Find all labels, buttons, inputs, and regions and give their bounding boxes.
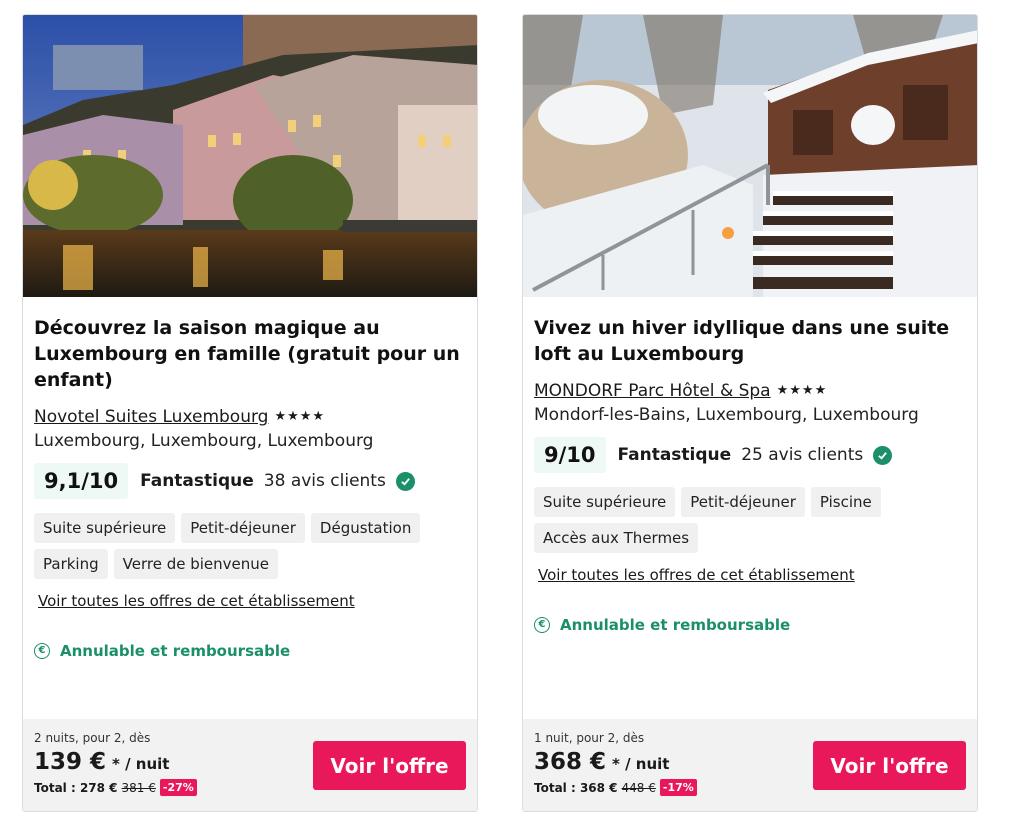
- review-count: 38 avis clients: [263, 471, 386, 491]
- review-verdict: Fantastique: [617, 445, 732, 465]
- star-rating: ★★★★: [274, 409, 326, 424]
- feature-tag: Suite supérieure: [534, 487, 676, 517]
- total-price: Total : 278 €: [34, 780, 118, 795]
- per-night-label: * / nuit: [112, 755, 170, 773]
- discount-badge: -27%: [159, 779, 197, 796]
- hotel-name-link[interactable]: Novotel Suites Luxembourg: [34, 405, 268, 429]
- price-footer: 1 nuit, pour 2, dès 368 € * / nuit Total…: [523, 719, 977, 811]
- verified-check-icon: [395, 471, 415, 491]
- refund-policy: € Annulable et remboursable: [534, 616, 966, 634]
- hotel-location: Mondorf-les-Bains, Luxembourg, Luxembour…: [534, 405, 919, 425]
- feature-tags: Suite supérieure Petit-déjeuner Dégustat…: [34, 513, 466, 579]
- feature-tag: Petit-déjeuner: [181, 513, 305, 543]
- feature-tag: Dégustation: [310, 513, 421, 543]
- per-night-label: * / nuit: [612, 755, 670, 773]
- all-offers-link[interactable]: Voir toutes les offres de cet établissem…: [38, 592, 355, 610]
- verified-check-icon: [873, 445, 893, 465]
- hotel-location: Luxembourg, Luxembourg, Luxembourg: [34, 431, 374, 451]
- feature-tag: Accès aux Thermes: [534, 523, 699, 553]
- discount-badge: -17%: [659, 779, 697, 796]
- star-rating: ★★★★: [776, 383, 828, 398]
- euro-circle-icon: €: [34, 643, 50, 659]
- hotel-photo[interactable]: [23, 15, 477, 297]
- offer-card[interactable]: Vivez un hiver idyllique dans une suite …: [522, 14, 978, 812]
- feature-tag: Verre de bienvenue: [113, 549, 278, 579]
- feature-tag: Suite supérieure: [34, 513, 176, 543]
- offer-card[interactable]: Découvrez la saison magique au Luxembour…: [22, 14, 478, 812]
- feature-tag: Petit-déjeuner: [681, 487, 805, 517]
- hotel-name-link[interactable]: MONDORF Parc Hôtel & Spa: [534, 379, 771, 403]
- total-price: Total : 368 €: [534, 780, 618, 795]
- luxembourg-evening-photo: [23, 15, 477, 297]
- snowy-lodge-photo: [523, 15, 977, 297]
- hotel-photo[interactable]: [523, 15, 977, 297]
- review-verdict: Fantastique: [140, 471, 254, 491]
- refund-label: Annulable et remboursable: [560, 616, 791, 634]
- price-footer: 2 nuits, pour 2, dès 139 € * / nuit Tota…: [23, 719, 477, 811]
- review-score: 9/10: [534, 437, 606, 473]
- feature-tag: Parking: [34, 549, 108, 579]
- feature-tag: Piscine: [810, 487, 881, 517]
- refund-policy: € Annulable et remboursable: [34, 642, 466, 660]
- review-count: 25 avis clients: [741, 445, 864, 465]
- view-offer-button[interactable]: Voir l'offre: [313, 741, 466, 790]
- all-offers-link[interactable]: Voir toutes les offres de cet établissem…: [538, 566, 855, 584]
- original-price: 381 €: [121, 780, 156, 795]
- nightly-price: 368 €: [534, 749, 607, 775]
- nightly-price: 139 €: [34, 749, 107, 775]
- review-score: 9,1/10: [34, 463, 129, 499]
- view-offer-button[interactable]: Voir l'offre: [813, 741, 966, 790]
- refund-label: Annulable et remboursable: [60, 642, 291, 660]
- offer-title[interactable]: Vivez un hiver idyllique dans une suite …: [534, 315, 966, 367]
- original-price: 448 €: [621, 780, 656, 795]
- euro-circle-icon: €: [534, 617, 550, 633]
- feature-tags: Suite supérieure Petit-déjeuner Piscine …: [534, 487, 966, 553]
- offer-title[interactable]: Découvrez la saison magique au Luxembour…: [34, 315, 466, 393]
